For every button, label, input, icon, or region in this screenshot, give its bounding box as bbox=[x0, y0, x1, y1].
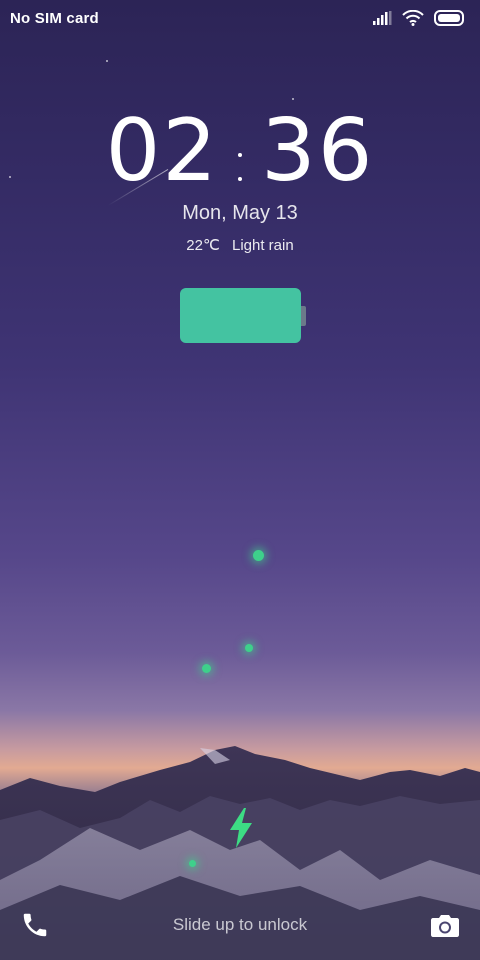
charging-particle bbox=[253, 550, 264, 561]
carrier-label: No SIM card bbox=[10, 9, 99, 27]
weather-info: 22℃ Light rain bbox=[0, 236, 480, 254]
charging-particle bbox=[202, 664, 211, 673]
wifi-icon bbox=[402, 10, 424, 26]
charging-bolt-icon bbox=[230, 808, 252, 848]
charging-particle bbox=[189, 860, 196, 867]
clock-minutes: 36 bbox=[261, 101, 375, 201]
battery-icon bbox=[434, 10, 464, 26]
status-icons bbox=[372, 10, 466, 26]
battery-tip bbox=[301, 306, 306, 326]
star bbox=[292, 98, 294, 100]
lock-bottom-bar: Slide up to unlock bbox=[0, 900, 480, 950]
lock-clock: 02 36 bbox=[0, 108, 480, 194]
lock-date: Mon, May 13 bbox=[182, 202, 298, 224]
charging-battery-indicator bbox=[180, 288, 310, 344]
star bbox=[106, 60, 108, 62]
weather-condition: Light rain bbox=[231, 237, 294, 254]
clock-hours: 02 bbox=[105, 101, 219, 201]
status-bar: No SIM card bbox=[0, 0, 480, 36]
charging-particle bbox=[245, 644, 253, 652]
clock-colon bbox=[225, 121, 255, 181]
signal-icon bbox=[373, 11, 392, 25]
weather-temperature: 22℃ bbox=[186, 237, 220, 254]
unlock-hint[interactable]: Slide up to unlock bbox=[0, 915, 480, 935]
battery-fill bbox=[180, 288, 301, 343]
camera-icon[interactable] bbox=[430, 912, 460, 938]
